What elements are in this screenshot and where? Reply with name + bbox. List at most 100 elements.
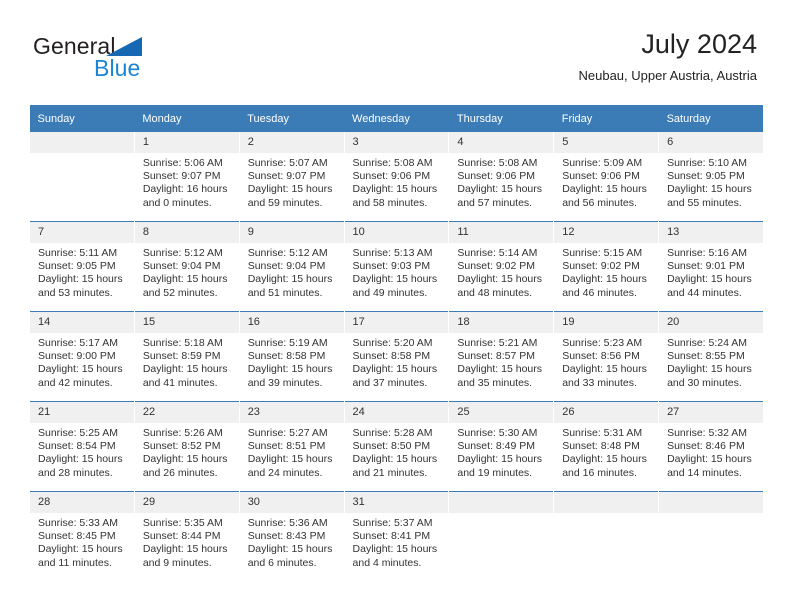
daylight-text-line1: Daylight: 15 hours [457, 363, 543, 376]
day-cell[interactable]: 20 Sunrise: 5:24 AM Sunset: 8:55 PM Dayl… [658, 311, 764, 402]
day-number [659, 492, 763, 513]
day-cell[interactable]: 24 Sunrise: 5:28 AM Sunset: 8:50 PM Dayl… [343, 401, 450, 492]
daylight-text-line1: Daylight: 15 hours [457, 453, 543, 466]
daylight-text-line2: and 28 minutes. [38, 466, 113, 479]
day-cell[interactable]: 18 Sunrise: 5:21 AM Sunset: 8:57 PM Dayl… [448, 311, 555, 402]
day-cell[interactable]: 28 Sunrise: 5:33 AM Sunset: 8:45 PM Dayl… [29, 491, 135, 581]
day-cell[interactable]: 7 Sunrise: 5:11 AM Sunset: 9:05 PM Dayli… [29, 221, 135, 312]
sunrise-text: Sunrise: 5:12 AM [142, 247, 223, 259]
daylight-text-line1: Daylight: 15 hours [142, 453, 228, 466]
daylight-text-line1: Daylight: 15 hours [142, 273, 228, 286]
day-cell-empty [658, 491, 764, 581]
day-cell[interactable]: 22 Sunrise: 5:26 AM Sunset: 8:52 PM Dayl… [133, 401, 240, 492]
daylight-text-line2: and 58 minutes. [352, 196, 428, 209]
sunrise-text: Sunrise: 5:30 AM [457, 427, 538, 439]
day-cell[interactable]: 16 Sunrise: 5:19 AM Sunset: 8:58 PM Dayl… [238, 311, 345, 402]
day-cell[interactable]: 30 Sunrise: 5:36 AM Sunset: 8:43 PM Dayl… [238, 491, 345, 581]
daylight-text-line2: and 37 minutes. [352, 376, 428, 389]
day-number: 27 [659, 402, 763, 423]
sunset-text: Sunset: 9:03 PM [352, 260, 431, 273]
day-details: Sunrise: 5:35 AM Sunset: 8:44 PM Dayligh… [135, 513, 239, 570]
day-details: Sunrise: 5:17 AM Sunset: 9:00 PM Dayligh… [30, 333, 134, 390]
day-number: 18 [449, 312, 554, 333]
sunset-text: Sunset: 9:00 PM [38, 350, 116, 363]
daylight-text-line2: and 55 minutes. [667, 196, 742, 209]
sunrise-text: Sunrise: 5:23 AM [562, 337, 643, 349]
sunset-text: Sunset: 9:04 PM [142, 260, 221, 273]
day-cell-empty [448, 491, 555, 581]
day-details: Sunrise: 5:20 AM Sunset: 8:58 PM Dayligh… [345, 333, 449, 390]
day-cell[interactable]: 15 Sunrise: 5:18 AM Sunset: 8:59 PM Dayl… [133, 311, 240, 402]
sunset-text: Sunset: 9:04 PM [247, 260, 326, 273]
day-details: Sunrise: 5:19 AM Sunset: 8:58 PM Dayligh… [240, 333, 344, 390]
day-details: Sunrise: 5:10 AM Sunset: 9:05 PM Dayligh… [659, 153, 763, 210]
daylight-text-line1: Daylight: 15 hours [142, 543, 228, 556]
day-details: Sunrise: 5:30 AM Sunset: 8:49 PM Dayligh… [449, 423, 553, 480]
daylight-text-line1: Daylight: 15 hours [667, 273, 752, 286]
day-cell[interactable]: 12 Sunrise: 5:15 AM Sunset: 9:02 PM Dayl… [553, 221, 660, 312]
day-cell[interactable]: 9 Sunrise: 5:12 AM Sunset: 9:04 PM Dayli… [238, 221, 345, 312]
daylight-text-line1: Daylight: 15 hours [247, 273, 333, 286]
day-number: 3 [344, 132, 449, 153]
day-cell[interactable]: 19 Sunrise: 5:23 AM Sunset: 8:56 PM Dayl… [553, 311, 660, 402]
sunset-text: Sunset: 8:57 PM [457, 350, 536, 363]
weekday-header-monday: Monday [134, 105, 240, 132]
day-number: 26 [554, 402, 659, 423]
day-cell[interactable]: 14 Sunrise: 5:17 AM Sunset: 9:00 PM Dayl… [29, 311, 135, 402]
weekday-header-tuesday: Tuesday [239, 105, 345, 132]
sunrise-text: Sunrise: 5:15 AM [562, 247, 643, 259]
sunset-text: Sunset: 8:54 PM [38, 440, 116, 453]
day-cell[interactable]: 10 Sunrise: 5:13 AM Sunset: 9:03 PM Dayl… [343, 221, 450, 312]
sunset-text: Sunset: 8:41 PM [352, 530, 431, 543]
daylight-text-line1: Daylight: 15 hours [667, 453, 752, 466]
day-cell[interactable]: 4 Sunrise: 5:08 AM Sunset: 9:06 PM Dayli… [448, 132, 555, 222]
day-cell[interactable]: 21 Sunrise: 5:25 AM Sunset: 8:54 PM Dayl… [29, 401, 135, 492]
day-details: Sunrise: 5:37 AM Sunset: 8:41 PM Dayligh… [345, 513, 449, 570]
sunset-text: Sunset: 8:59 PM [142, 350, 221, 363]
day-cell[interactable]: 11 Sunrise: 5:14 AM Sunset: 9:02 PM Dayl… [448, 221, 555, 312]
day-number: 16 [239, 312, 344, 333]
day-details: Sunrise: 5:26 AM Sunset: 8:52 PM Dayligh… [135, 423, 239, 480]
day-number: 1 [134, 132, 239, 153]
daylight-text-line2: and 14 minutes. [667, 466, 742, 479]
day-cell[interactable]: 23 Sunrise: 5:27 AM Sunset: 8:51 PM Dayl… [238, 401, 345, 492]
day-cell[interactable]: 8 Sunrise: 5:12 AM Sunset: 9:04 PM Dayli… [133, 221, 240, 312]
day-details: Sunrise: 5:12 AM Sunset: 9:04 PM Dayligh… [135, 243, 239, 300]
day-cell[interactable]: 13 Sunrise: 5:16 AM Sunset: 9:01 PM Dayl… [658, 221, 764, 312]
calendar-body: 1 Sunrise: 5:06 AM Sunset: 9:07 PM Dayli… [29, 132, 764, 581]
sunrise-text: Sunrise: 5:25 AM [38, 427, 118, 439]
day-cell[interactable]: 3 Sunrise: 5:08 AM Sunset: 9:06 PM Dayli… [343, 132, 450, 222]
week-row: 21 Sunrise: 5:25 AM Sunset: 8:54 PM Dayl… [29, 401, 764, 492]
general-blue-logo[interactable]: General Blue [33, 33, 263, 89]
day-cell[interactable]: 31 Sunrise: 5:37 AM Sunset: 8:41 PM Dayl… [343, 491, 450, 581]
logo-triangle-icon [106, 37, 142, 56]
day-number: 29 [134, 492, 239, 513]
day-cell[interactable]: 26 Sunrise: 5:31 AM Sunset: 8:48 PM Dayl… [553, 401, 660, 492]
day-cell[interactable]: 25 Sunrise: 5:30 AM Sunset: 8:49 PM Dayl… [448, 401, 555, 492]
daylight-text-line2: and 21 minutes. [352, 466, 428, 479]
daylight-text-line2: and 56 minutes. [562, 196, 637, 209]
day-cell[interactable]: 2 Sunrise: 5:07 AM Sunset: 9:07 PM Dayli… [238, 132, 345, 222]
day-details: Sunrise: 5:08 AM Sunset: 9:06 PM Dayligh… [345, 153, 449, 210]
day-number: 17 [344, 312, 449, 333]
day-number: 14 [30, 312, 134, 333]
daylight-text-line2: and 0 minutes. [142, 196, 212, 209]
day-details: Sunrise: 5:06 AM Sunset: 9:07 PM Dayligh… [135, 153, 239, 210]
day-number: 4 [449, 132, 554, 153]
day-cell[interactable]: 29 Sunrise: 5:35 AM Sunset: 8:44 PM Dayl… [133, 491, 240, 581]
day-details: Sunrise: 5:21 AM Sunset: 8:57 PM Dayligh… [449, 333, 553, 390]
sunrise-text: Sunrise: 5:32 AM [667, 427, 748, 439]
day-cell[interactable]: 6 Sunrise: 5:10 AM Sunset: 9:05 PM Dayli… [658, 132, 764, 222]
day-cell[interactable]: 1 Sunrise: 5:06 AM Sunset: 9:07 PM Dayli… [133, 132, 240, 222]
day-cell[interactable]: 5 Sunrise: 5:09 AM Sunset: 9:06 PM Dayli… [553, 132, 660, 222]
day-number: 15 [134, 312, 239, 333]
sunset-text: Sunset: 9:06 PM [562, 170, 640, 183]
sunrise-text: Sunrise: 5:37 AM [352, 517, 433, 529]
daylight-text-line1: Daylight: 15 hours [562, 363, 647, 376]
daylight-text-line2: and 4 minutes. [352, 556, 422, 569]
day-cell[interactable]: 27 Sunrise: 5:32 AM Sunset: 8:46 PM Dayl… [658, 401, 764, 492]
sunrise-text: Sunrise: 5:26 AM [142, 427, 223, 439]
day-cell[interactable]: 17 Sunrise: 5:20 AM Sunset: 8:58 PM Dayl… [343, 311, 450, 402]
day-cell-empty [29, 132, 135, 222]
week-row: 14 Sunrise: 5:17 AM Sunset: 9:00 PM Dayl… [29, 311, 764, 402]
